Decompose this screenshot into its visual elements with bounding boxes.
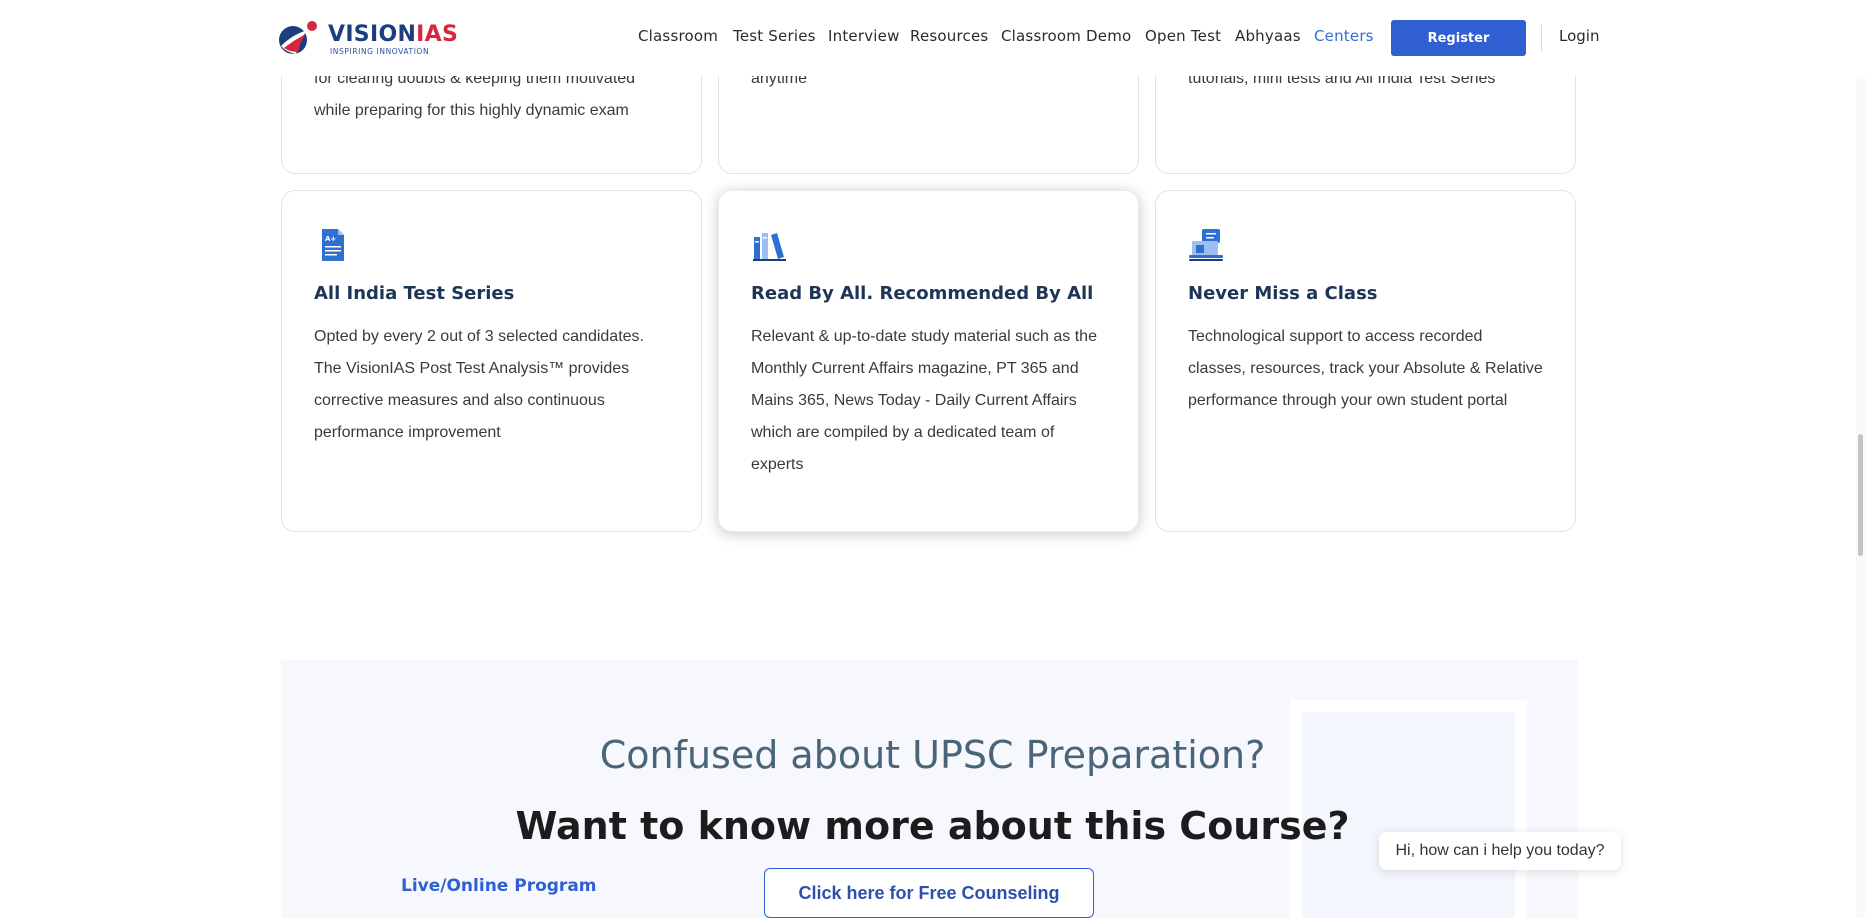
logo-tagline: INSPIRING INNOVATION <box>330 47 430 56</box>
register-button[interactable]: Register <box>1391 20 1526 56</box>
site-header: VISIONIAS INSPIRING INNOVATION Classroom… <box>0 0 1865 76</box>
card-text-line: Opted by every 2 out of 3 selected candi… <box>314 328 644 345</box>
nav-divider <box>1541 25 1542 51</box>
card-text-line: experts <box>751 456 804 473</box>
card-text-line: The VisionIAS Post Test Analysis™ provid… <box>314 360 630 377</box>
logo-wordmark: VISIONIAS <box>328 22 459 47</box>
nav-classroom[interactable]: Classroom <box>638 27 718 45</box>
live-online-program-link[interactable]: Live/Online Program <box>401 876 597 896</box>
card-text-line: performance through your own student por… <box>1188 392 1508 409</box>
card-text-line: Mains 365, News Today - Daily Current Af… <box>751 392 1077 409</box>
free-counseling-button[interactable]: Click here for Free Counseling <box>764 868 1094 918</box>
card-title: Never Miss a Class <box>1188 283 1378 304</box>
nav-interview[interactable]: Interview <box>828 27 900 45</box>
card-title: All India Test Series <box>314 283 515 304</box>
card-text-line: Technological support to access recorded <box>1188 328 1483 345</box>
visionias-logo[interactable]: VISIONIAS INSPIRING INNOVATION <box>276 20 458 56</box>
nav-resources[interactable]: Resources <box>910 27 988 45</box>
books-icon <box>753 233 786 261</box>
card-text-line: classes, resources, track your Absolute … <box>1188 360 1543 377</box>
card-title: Read By All. Recommended By All <box>751 283 1094 304</box>
chat-widget-prompt[interactable]: Hi, how can i help you today? <box>1379 832 1621 870</box>
card-text-line: Monthly Current Affairs magazine, PT 365… <box>751 360 1079 377</box>
nav-test-series[interactable]: Test Series <box>733 27 816 45</box>
test-document-icon: A+ <box>322 229 344 261</box>
card-text-line: corrective measures and also continuous <box>314 392 605 409</box>
nav-centers[interactable]: Centers <box>1314 27 1374 45</box>
laptop-class-icon <box>1189 229 1223 261</box>
feature-card-all-india-test-series: A+ All India Test Series Opted by every … <box>281 190 702 532</box>
nav-classroom-demo[interactable]: Classroom Demo <box>1001 27 1131 45</box>
feature-card-read-by-all: Read By All. Recommended By All Relevant… <box>718 190 1139 532</box>
card-text-line: performance improvement <box>314 424 501 441</box>
counseling-heading: Confused about UPSC Preparation? <box>599 733 1266 777</box>
scrollbar-thumb[interactable] <box>1858 434 1863 556</box>
nav-open-test[interactable]: Open Test <box>1145 27 1221 45</box>
card-text-line: Relevant & up-to-date study material suc… <box>751 328 1097 345</box>
card-text-line: while preparing for this highly dynamic … <box>314 102 629 119</box>
card-text-line: which are compiled by a dedicated team o… <box>751 424 1055 441</box>
svg-text:A+: A+ <box>325 235 336 243</box>
logo-mark-icon <box>279 21 317 54</box>
feature-card-never-miss-a-class: Never Miss a Class Technological support… <box>1155 190 1576 532</box>
login-button[interactable]: Login <box>1559 27 1599 45</box>
nav-abhyaas[interactable]: Abhyaas <box>1235 27 1301 45</box>
